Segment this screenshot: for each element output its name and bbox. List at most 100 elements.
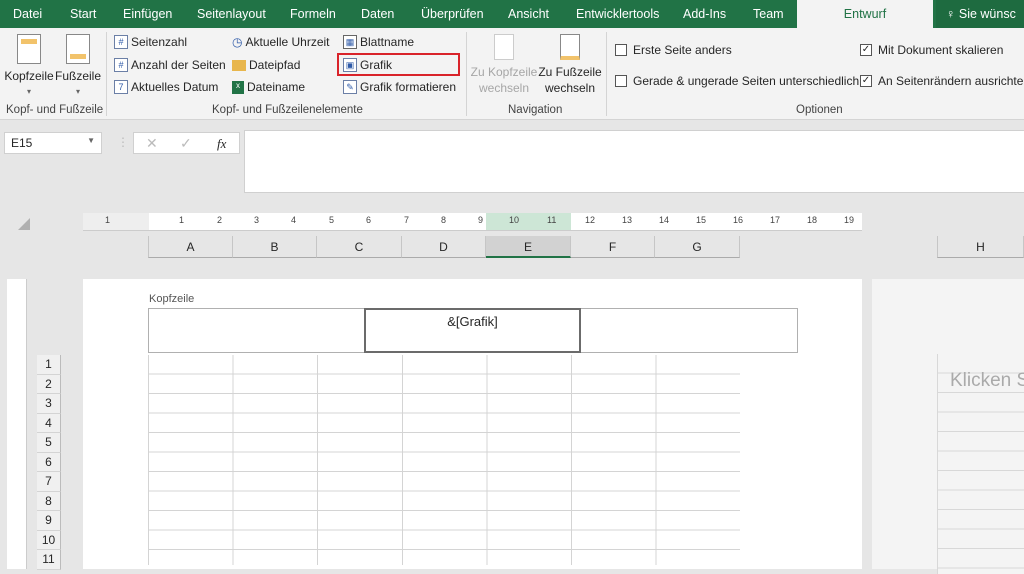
sheet-icon: ▦ xyxy=(343,35,357,49)
ruler-number: 18 xyxy=(807,215,818,225)
row-header[interactable]: 7 xyxy=(37,472,61,492)
label: Aktuelle Uhrzeit xyxy=(245,35,330,49)
checkbox-erste-seite-anders[interactable]: Erste Seite anders xyxy=(615,43,732,57)
header-label: Kopfzeile xyxy=(149,293,195,305)
tab-formeln[interactable]: Formeln xyxy=(290,0,336,28)
cell-grid[interactable] xyxy=(148,355,740,565)
row-header[interactable]: 5 xyxy=(37,433,61,453)
row-header[interactable]: 3 xyxy=(37,394,61,414)
label: Zu Fußzeile wechseln xyxy=(538,65,602,95)
tab-entwicklertools[interactable]: Entwicklertools xyxy=(576,0,659,28)
column-header-e[interactable]: E xyxy=(486,236,571,258)
goto-header-icon xyxy=(494,34,514,60)
ruler-number: 16 xyxy=(733,215,744,225)
checkbox-mit-dokument-skalieren[interactable]: ✓ Mit Dokument skalieren xyxy=(860,43,1003,57)
label: Aktuelles Datum xyxy=(131,80,219,94)
format-picture-icon: ✎ xyxy=(343,80,357,94)
fusszeile-button[interactable]: Fußzeile ▾ xyxy=(55,34,101,100)
fusszeile-label: Fußzeile xyxy=(55,69,102,83)
checkbox-gerade-ungerade[interactable]: Gerade & ungerade Seiten unterschiedlich xyxy=(615,74,859,88)
row-header[interactable]: 10 xyxy=(37,530,61,550)
tab-ansicht[interactable]: Ansicht xyxy=(508,0,549,28)
tab-entwurf[interactable]: Entwurf xyxy=(797,0,933,28)
ruler-number: 11 xyxy=(547,215,557,225)
tab-ueberpruefen[interactable]: Überprüfen xyxy=(421,0,484,28)
tab-seitenlayout[interactable]: Seitenlayout xyxy=(197,0,266,28)
select-all-corner[interactable] xyxy=(18,218,30,230)
name-box[interactable]: E15 ▼ xyxy=(4,132,102,154)
row-header[interactable]: 6 xyxy=(37,452,61,472)
row-header[interactable]: 4 xyxy=(37,413,61,433)
column-header-c[interactable]: C xyxy=(317,236,402,258)
tab-start[interactable]: Start xyxy=(70,0,96,28)
ruler-number: 1 xyxy=(179,215,185,225)
checkbox-icon xyxy=(615,75,627,87)
formula-input[interactable] xyxy=(244,130,1024,193)
zu-kopfzeile-button[interactable]: Zu Kopfzeile wechseln xyxy=(470,34,538,96)
page-number-icon: # xyxy=(114,35,128,49)
tab-einfuegen[interactable]: Einfügen xyxy=(123,0,172,28)
tell-me-box[interactable]: ♀ Sie wünsc xyxy=(936,0,1024,28)
vertical-ruler[interactable] xyxy=(7,279,27,569)
aktuelle-uhrzeit-button[interactable]: ◷ Aktuelle Uhrzeit xyxy=(232,35,330,49)
column-header-b[interactable]: B xyxy=(233,236,317,258)
label: Anzahl der Seiten xyxy=(131,58,226,72)
tab-team[interactable]: Team xyxy=(753,0,784,28)
label: Zu Kopfzeile wechseln xyxy=(470,65,538,95)
seitenzahl-button[interactable]: # Seitenzahl xyxy=(114,35,187,49)
page-count-icon: # xyxy=(114,58,128,72)
dateipfad-button[interactable]: Dateipfad xyxy=(232,58,300,72)
column-header-h[interactable]: H xyxy=(937,236,1024,258)
row-header[interactable]: 11 xyxy=(37,550,61,570)
dropdown-arrow-icon: ▼ xyxy=(87,136,95,145)
grafik-button[interactable]: ▣ Grafik xyxy=(337,53,460,76)
column-header-g[interactable]: G xyxy=(655,236,740,258)
row-header[interactable]: 8 xyxy=(37,491,61,511)
calendar-icon: 7 xyxy=(114,80,128,94)
header-center-text: &[Grafik] xyxy=(447,314,498,329)
cancel-icon[interactable]: ✕ xyxy=(146,135,158,152)
label: An Seitenrändern ausrichten xyxy=(878,74,1024,88)
zu-fusszeile-button[interactable]: Zu Fußzeile wechseln xyxy=(538,34,602,96)
ribbon: Kopfzeile ▾ Fußzeile ▾ Kopf- und Fußzeile … xyxy=(0,28,1024,120)
row-header[interactable]: 9 xyxy=(37,511,61,531)
row-header[interactable]: 2 xyxy=(37,374,61,394)
kopfzeile-button[interactable]: Kopfzeile ▾ xyxy=(4,34,54,100)
blattname-button[interactable]: ▦ Blattname xyxy=(343,35,414,49)
row-header[interactable]: 1 xyxy=(37,355,61,375)
group-label-elemente: Kopf- und Fußzeilenelemente xyxy=(212,104,363,116)
insert-function-icon[interactable]: fx xyxy=(217,136,226,152)
tab-datei[interactable]: Datei xyxy=(13,0,42,28)
ruler-number: 10 xyxy=(509,215,520,225)
tab-addins[interactable]: Add-Ins xyxy=(683,0,726,28)
clock-icon: ◷ xyxy=(232,35,243,49)
footer-icon xyxy=(66,34,90,64)
grafik-formatieren-button[interactable]: ✎ Grafik formatieren xyxy=(343,80,456,94)
header-icon xyxy=(17,34,41,64)
ruler-number: 6 xyxy=(366,215,372,225)
label: Seitenzahl xyxy=(131,35,188,49)
column-header-f[interactable]: F xyxy=(571,236,655,258)
enter-icon[interactable]: ✓ xyxy=(180,135,192,152)
ruler-number: 4 xyxy=(291,215,297,225)
column-header-d[interactable]: D xyxy=(402,236,486,258)
column-header-a[interactable]: A xyxy=(148,236,233,258)
checkbox-seitenraendern-ausrichten[interactable]: ✓ An Seitenrändern ausrichten xyxy=(860,74,1024,88)
lightbulb-icon: ♀ xyxy=(946,7,959,21)
ribbon-tabs: Datei Start Einfügen Seitenlayout Formel… xyxy=(0,0,1024,28)
checkmark-icon: ✓ xyxy=(860,75,872,87)
page-2: Klicken S xyxy=(872,279,1024,574)
aktuelles-datum-button[interactable]: 7 Aktuelles Datum xyxy=(114,80,218,94)
group-label-optionen: Optionen xyxy=(796,104,843,116)
formula-bar-grip: ⋮ xyxy=(117,135,129,149)
header-center-section[interactable]: &[Grafik] xyxy=(364,308,581,353)
checkbox-icon xyxy=(615,44,627,56)
anzahl-seiten-button[interactable]: # Anzahl der Seiten xyxy=(114,58,226,72)
label: Gerade & ungerade Seiten unterschiedlich xyxy=(633,74,860,88)
dateiname-button[interactable]: x Dateiname xyxy=(232,80,305,94)
horizontal-ruler[interactable]: 1 1 2 3 4 5 6 7 8 9 10 11 12 13 14 15 16… xyxy=(83,213,862,231)
tell-me-text: Sie wünsc xyxy=(958,7,1016,21)
tab-daten[interactable]: Daten xyxy=(361,0,394,28)
ruler-number: 14 xyxy=(659,215,670,225)
header-placeholder-text: Klicken S xyxy=(950,370,1024,391)
